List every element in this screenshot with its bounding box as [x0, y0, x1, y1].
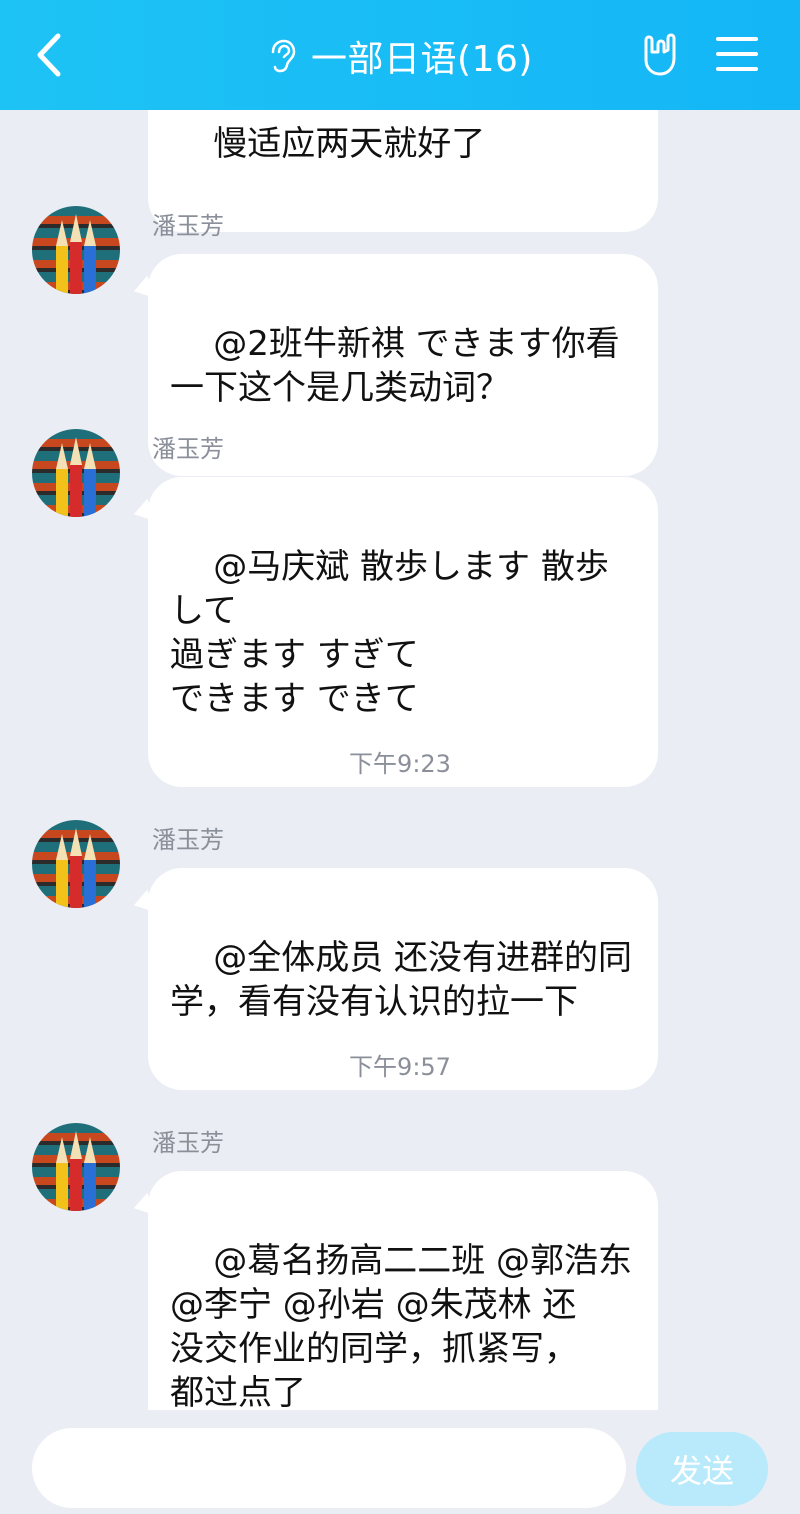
message-text: @全体成员 还没有进群的同 学，看有没有认识的拉一下	[170, 938, 633, 1022]
sender-name: 潘玉芳	[152, 826, 224, 854]
chat-list[interactable]: 慢适应两天就好了 潘玉芳 @2班牛新祺 できます你看 一下这个是几类动词？ 潘玉…	[0, 110, 800, 1410]
pencils-avatar-image	[56, 1131, 96, 1211]
menu-button[interactable]	[716, 34, 758, 74]
message-text: @马庆斌 散歩します 散歩 して 過ぎます すぎて できます できて	[170, 547, 609, 719]
message-bubble[interactable]: @马庆斌 散歩します 散歩 して 過ぎます すぎて できます できて	[148, 477, 658, 787]
message-bubble[interactable]: 慢适应两天就好了	[148, 110, 658, 232]
avatar[interactable]	[32, 1123, 120, 1211]
hamburger-menu-icon	[716, 37, 758, 71]
sender-name: 潘玉芳	[152, 435, 224, 463]
rock-hand-button[interactable]	[636, 30, 686, 80]
pencils-avatar-image	[56, 437, 96, 517]
message-text: @2班牛新祺 できます你看 一下这个是几类动词？	[170, 324, 620, 408]
sender-name: 潘玉芳	[152, 212, 224, 240]
timestamp: 下午9:23	[349, 750, 451, 778]
avatar[interactable]	[32, 429, 120, 517]
rock-hand-icon	[644, 33, 676, 76]
pencils-avatar-image	[56, 828, 96, 908]
message-bubble[interactable]: @2班牛新祺 できます你看 一下这个是几类动词？	[148, 254, 658, 476]
message-input[interactable]	[32, 1428, 626, 1508]
message-text: 慢适应两天就好了	[213, 124, 486, 164]
avatar[interactable]	[32, 206, 120, 294]
send-button[interactable]: 发送	[636, 1432, 768, 1506]
chat-header: 一部日语(16)	[0, 0, 800, 110]
timestamp: 下午9:57	[349, 1053, 451, 1081]
page-title: 一部日语(16)	[311, 39, 533, 80]
message-bubble[interactable]: @葛名扬高二二班 @郭浩东 @李宁 @孙岩 @朱茂林 还 没交作业的同学，抓紧写…	[148, 1171, 658, 1410]
sender-name: 潘玉芳	[152, 1129, 224, 1157]
message-text: @葛名扬高二二班 @郭浩东 @李宁 @孙岩 @朱茂林 还 没交作业的同学，抓紧写…	[170, 1241, 633, 1410]
composer-bar: 发送	[0, 1410, 800, 1514]
pencils-avatar-image	[56, 214, 96, 294]
ear-icon	[271, 39, 296, 73]
avatar[interactable]	[32, 820, 120, 908]
